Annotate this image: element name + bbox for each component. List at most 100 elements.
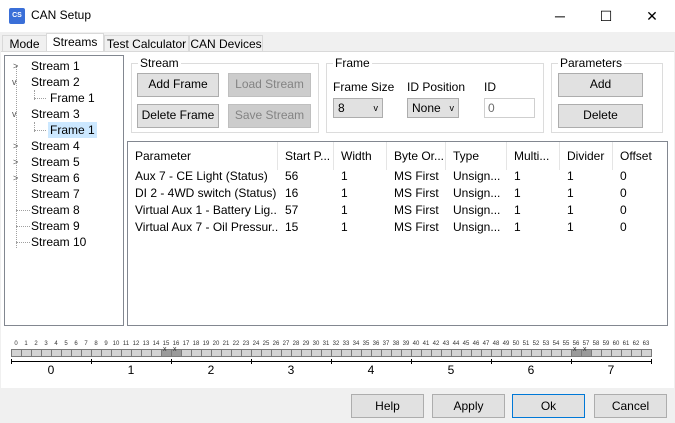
chevron-right-icon[interactable]: >: [13, 138, 18, 154]
bit-number: 49: [502, 341, 510, 347]
cell-offset[interactable]: 0: [613, 168, 667, 185]
tree-item-stream-3-frame-1[interactable]: Frame 1: [48, 122, 97, 138]
load-stream-button[interactable]: Load Stream: [228, 73, 311, 97]
bit-number: 26: [272, 341, 280, 347]
tree-item-stream-3[interactable]: Stream 3: [31, 106, 80, 122]
bit-number: 0: [14, 341, 18, 347]
cell-width[interactable]: 1: [334, 168, 387, 185]
byte-label: 4: [367, 363, 375, 377]
bit-number: 1: [24, 341, 28, 347]
cell-parameter[interactable]: Virtual Aux 1 - Battery Lig...: [128, 202, 278, 219]
cell-offset[interactable]: 0: [613, 202, 667, 219]
bit-number: 21: [222, 341, 230, 347]
bit-number: 42: [432, 341, 440, 347]
cell-divider[interactable]: 1: [560, 185, 613, 202]
column-header-width[interactable]: Width: [334, 142, 387, 170]
cell-divider[interactable]: 1: [560, 202, 613, 219]
cell-type[interactable]: Unsign...: [446, 168, 507, 185]
cell-parameter[interactable]: Virtual Aux 7 - Oil Pressur...: [128, 219, 278, 236]
cell-offset[interactable]: 0: [613, 219, 667, 236]
minimize-button[interactable]: ─: [537, 0, 583, 32]
cell-type[interactable]: Unsign...: [446, 202, 507, 219]
maximize-button[interactable]: ☐: [583, 0, 629, 32]
chevron-right-icon[interactable]: >: [13, 170, 18, 186]
byte-label: 0: [47, 363, 55, 377]
chevron-right-icon[interactable]: >: [13, 154, 18, 170]
cell-multiplier[interactable]: 1: [507, 202, 560, 219]
tree-item-stream-6[interactable]: Stream 6: [31, 170, 80, 186]
frame-size-select[interactable]: 8 v: [333, 98, 383, 118]
cell-byte-order[interactable]: MS First: [387, 168, 446, 185]
cancel-button[interactable]: Cancel: [594, 394, 667, 418]
cell-start-position[interactable]: 57: [278, 202, 334, 219]
cell-parameter[interactable]: DI 2 - 4WD switch (Status): [128, 185, 278, 202]
apply-button[interactable]: Apply: [432, 394, 505, 418]
bit-number: 20: [212, 341, 220, 347]
tree-item-stream-10[interactable]: Stream 10: [31, 234, 86, 250]
bit-number: 39: [402, 341, 410, 347]
cell-byte-order[interactable]: MS First: [387, 219, 446, 236]
add-parameter-button[interactable]: Add: [558, 73, 643, 97]
delete-frame-button[interactable]: Delete Frame: [137, 104, 219, 128]
column-header-divider[interactable]: Divider: [560, 142, 613, 170]
bit-number: 2: [34, 341, 38, 347]
delete-parameter-button[interactable]: Delete: [558, 104, 643, 128]
bit-number: 18: [192, 341, 200, 347]
cell-multiplier[interactable]: 1: [507, 219, 560, 236]
title-bar: CS CAN Setup ─ ☐ ✕: [0, 0, 675, 32]
bit-number: 24: [252, 341, 260, 347]
tab-streams[interactable]: Streams: [46, 33, 104, 53]
parameters-grid[interactable]: Parameter Start P... Width Byte Or... Ty…: [127, 141, 668, 326]
cell-start-position[interactable]: 56: [278, 168, 334, 185]
frame-group-title: Frame: [333, 56, 372, 70]
column-header-offset[interactable]: Offset: [613, 142, 667, 170]
bit-number: 60: [612, 341, 620, 347]
column-header-multiplier[interactable]: Multi...: [507, 142, 560, 170]
tree-line: [16, 226, 30, 227]
cell-byte-order[interactable]: MS First: [387, 185, 446, 202]
chevron-right-icon[interactable]: >: [13, 58, 18, 74]
chevron-down-icon[interactable]: v: [12, 106, 17, 122]
chevron-down-icon[interactable]: v: [12, 74, 17, 90]
save-stream-button[interactable]: Save Stream: [228, 104, 311, 128]
tree-item-stream-4[interactable]: Stream 4: [31, 138, 80, 154]
cell-start-position[interactable]: 16: [278, 185, 334, 202]
bit-number: 7: [84, 341, 88, 347]
cell-offset[interactable]: 0: [613, 185, 667, 202]
cell-start-position[interactable]: 15: [278, 219, 334, 236]
ok-button[interactable]: Ok: [512, 394, 585, 418]
bit-number: 34: [352, 341, 360, 347]
id-position-select[interactable]: None v: [407, 98, 459, 118]
tree-item-stream-1[interactable]: Stream 1: [31, 58, 80, 74]
help-button[interactable]: Help: [351, 394, 424, 418]
cell-divider[interactable]: 1: [560, 219, 613, 236]
cell-type[interactable]: Unsign...: [446, 185, 507, 202]
tree-item-stream-2-frame-1[interactable]: Frame 1: [50, 90, 95, 106]
cell-multiplier[interactable]: 1: [507, 168, 560, 185]
add-frame-button[interactable]: Add Frame: [137, 73, 219, 97]
cell-type[interactable]: Unsign...: [446, 219, 507, 236]
column-header-byte-order[interactable]: Byte Or...: [387, 142, 446, 170]
id-input[interactable]: 0: [484, 98, 535, 118]
column-header-type[interactable]: Type: [446, 142, 507, 170]
cell-width[interactable]: 1: [334, 202, 387, 219]
byte-label: 3: [287, 363, 295, 377]
cell-divider[interactable]: 1: [560, 168, 613, 185]
cell-width[interactable]: 1: [334, 185, 387, 202]
cell-width[interactable]: 1: [334, 219, 387, 236]
tree-item-stream-8[interactable]: Stream 8: [31, 202, 80, 218]
stream-tree[interactable]: > Stream 1 v Stream 2 Frame 1 v Stream 3…: [4, 55, 124, 326]
cell-byte-order[interactable]: MS First: [387, 202, 446, 219]
bit-number: 19: [202, 341, 210, 347]
bit-number: 32: [332, 341, 340, 347]
tree-item-stream-2[interactable]: Stream 2: [31, 74, 80, 90]
column-header-parameter[interactable]: Parameter: [128, 142, 278, 170]
tree-line: [34, 98, 46, 99]
cell-multiplier[interactable]: 1: [507, 185, 560, 202]
cell-parameter[interactable]: Aux 7 - CE Light (Status): [128, 168, 278, 185]
tree-item-stream-5[interactable]: Stream 5: [31, 154, 80, 170]
tree-item-stream-7[interactable]: Stream 7: [31, 186, 80, 202]
close-button[interactable]: ✕: [629, 0, 675, 32]
tree-item-stream-9[interactable]: Stream 9: [31, 218, 80, 234]
column-header-start-position[interactable]: Start P...: [278, 142, 334, 170]
